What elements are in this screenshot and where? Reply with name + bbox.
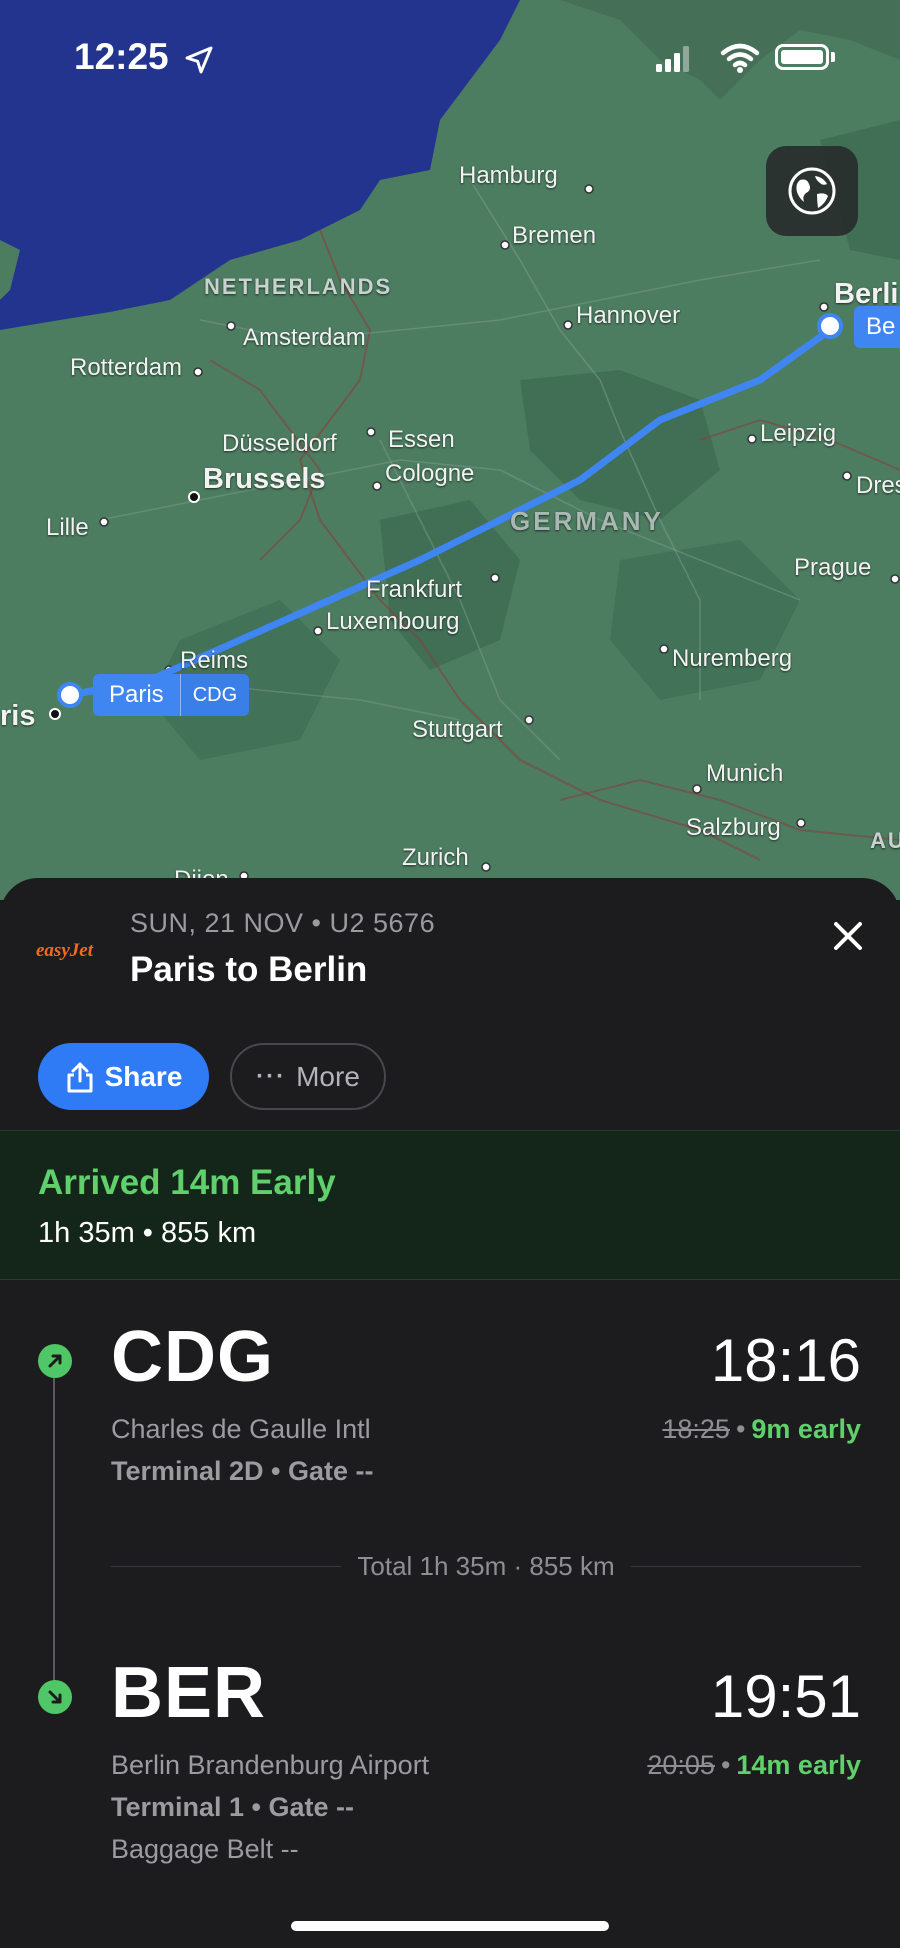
status-bar: 12:25	[0, 0, 900, 120]
wifi-icon	[720, 43, 760, 73]
map-label-hamburg: Hamburg	[459, 162, 558, 189]
map-label-amsterdam: Amsterdam	[243, 324, 366, 351]
map-label-reims: Reims	[180, 647, 249, 674]
status-time: 12:25	[74, 36, 169, 77]
departure-airport-name: Charles de Gaulle Intl	[111, 1414, 371, 1444]
arrival-early: 14m early	[736, 1750, 861, 1780]
more-button[interactable]: ··· More	[230, 1043, 386, 1110]
airline-logo: easyJet	[36, 940, 93, 961]
close-icon	[834, 922, 862, 950]
map-label-leipzig: Leipzig	[760, 420, 837, 447]
departure-airport-code: CDG	[111, 1317, 274, 1397]
arrival-schedule: 20:05 • 14m early	[647, 1750, 861, 1780]
share-icon	[67, 1062, 93, 1092]
map-label-hannover: Hannover	[576, 302, 681, 329]
arrival-arrow-icon	[38, 1680, 72, 1714]
map-label-stuttgart: Stuttgart	[412, 716, 503, 743]
flight-date-number: SUN, 21 NOV • U2 5676	[130, 908, 436, 938]
arrival-gate-info: Terminal 1 • Gate --	[111, 1792, 355, 1822]
share-button[interactable]: Share	[38, 1043, 209, 1110]
map-label-paris: ris	[0, 700, 36, 732]
flight-map[interactable]: Hamburg Bremen NETHERLANDS Amsterdam Rot…	[0, 0, 900, 900]
map-label-luxembourg: Luxembourg	[326, 608, 460, 635]
map-label-cologne: Cologne	[385, 460, 475, 487]
map-label-zurich: Zurich	[402, 844, 469, 871]
map-label-prague: Prague	[794, 554, 872, 581]
map-label-lille: Lille	[46, 514, 89, 541]
location-arrow-icon	[185, 46, 213, 74]
total-duration-distance: Total 1h 35m · 855 km	[357, 1550, 615, 1581]
timeline-line	[53, 1356, 55, 1686]
home-indicator[interactable]	[291, 1921, 609, 1931]
map-label-essen: Essen	[388, 426, 455, 453]
map-label-bremen: Bremen	[512, 222, 597, 249]
arrival-airport-code: BER	[111, 1653, 267, 1733]
destination-pill-city: Be	[866, 313, 896, 340]
map-label-salzburg: Salzburg	[686, 814, 781, 841]
arrival-baggage-belt: Baggage Belt --	[111, 1834, 299, 1864]
flight-duration-distance: 1h 35m • 855 km	[38, 1217, 257, 1249]
flight-status: Arrived 14m Early	[38, 1163, 336, 1202]
map-mode-button[interactable]	[766, 146, 858, 236]
share-label: Share	[104, 1060, 183, 1092]
map-label-dusseldorf: Düsseldorf	[222, 430, 337, 457]
map-label-munich: Munich	[706, 760, 784, 787]
origin-airport-pill[interactable]: Paris CDG	[93, 674, 250, 716]
battery-icon	[775, 44, 829, 70]
cellular-signal-icon	[656, 46, 689, 72]
flight-title: Paris to Berlin	[130, 950, 368, 989]
ellipsis-icon: ···	[256, 1062, 287, 1090]
map-label-nuremberg: Nuremberg	[672, 645, 793, 672]
flight-details-sheet: easyJet SUN, 21 NOV • U2 5676 Paris to B…	[0, 878, 900, 1948]
arrival-scheduled-time: 20:05	[647, 1750, 715, 1780]
total-divider: Total 1h 35m · 855 km	[111, 1546, 862, 1586]
map-label-frankfurt: Frankfurt	[366, 576, 463, 603]
destination-airport-pill[interactable]: Be	[854, 306, 900, 348]
departure-scheduled-time: 18:25	[662, 1414, 730, 1444]
origin-pill-city: Paris	[109, 681, 164, 708]
departure-time: 18:16	[710, 1327, 861, 1394]
arrival-time: 19:51	[710, 1663, 861, 1730]
map-label-dresden: Dres	[856, 472, 900, 499]
map-label-brussels: Brussels	[203, 463, 326, 495]
departure-arrow-icon	[38, 1344, 72, 1378]
flight-status-banner: Arrived 14m Early 1h 35m • 855 km	[0, 1130, 900, 1280]
map-label-rotterdam: Rotterdam	[70, 354, 183, 381]
origin-marker	[57, 682, 83, 708]
origin-pill-code: CDG	[179, 674, 250, 716]
departure-schedule: 18:25 • 9m early	[662, 1414, 861, 1444]
map-label-netherlands: NETHERLANDS	[204, 274, 393, 299]
close-button[interactable]	[826, 914, 870, 958]
map-label-austria: AU	[870, 828, 900, 853]
battery-tip	[831, 52, 835, 62]
arrival-airport-name: Berlin Brandenburg Airport	[111, 1750, 430, 1780]
globe-icon	[788, 167, 836, 215]
more-label: More	[296, 1060, 360, 1092]
map-label-germany: GERMANY	[510, 506, 664, 536]
destination-marker	[817, 313, 843, 339]
departure-early: 9m early	[751, 1414, 861, 1444]
departure-gate-info: Terminal 2D • Gate --	[111, 1456, 374, 1486]
